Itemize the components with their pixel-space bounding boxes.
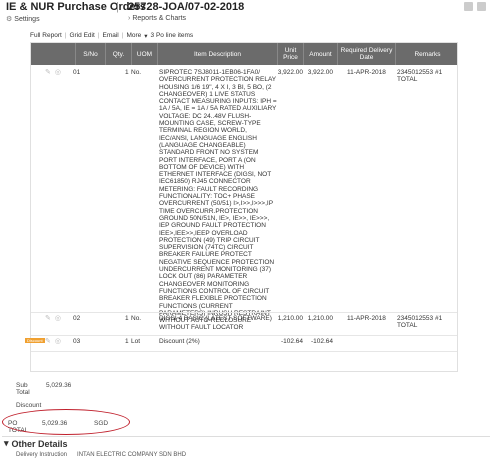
cell-amount: -102.64 bbox=[310, 338, 333, 345]
cell-unit-price: 1,210.00 bbox=[277, 315, 303, 322]
line-item-count: 3 Po line items bbox=[150, 32, 194, 39]
row-actions: ✎ ◎ bbox=[45, 68, 61, 76]
dropdown-arrow-icon[interactable]: ▾ bbox=[144, 32, 147, 40]
column-header[interactable]: Remarks bbox=[395, 43, 459, 65]
table-row[interactable]: ✎ ◎ 02 1 No. DIGSI 4 BASIC (LATEST SOFTW… bbox=[31, 313, 457, 335]
view-icon[interactable]: ◎ bbox=[55, 314, 61, 322]
page-header: IE & NUR Purchase Orders | 25728-JOA/07-… bbox=[0, 0, 490, 28]
delivery-value: INTAN ELECTRIC COMPANY SDN BHD bbox=[77, 452, 187, 458]
table-row[interactable]: ✎ ◎ 01 1 No. SIPROTEC 7SJ8011-1EB06-1FA0… bbox=[31, 67, 457, 331]
other-details-header[interactable]: ▾ Other Details bbox=[2, 436, 490, 450]
cell-remarks: 2345012553 #1 TOTAL bbox=[397, 69, 443, 83]
cell-unit-price: 3,922.00 bbox=[277, 69, 303, 76]
cell-uom: No. bbox=[131, 69, 142, 76]
row-actions: ✎ ◎ bbox=[45, 314, 61, 322]
grid-toolbar: Full Report | Grid Edit | Email | More ▾… bbox=[30, 32, 194, 40]
grid-edit-button[interactable]: Grid Edit bbox=[70, 32, 95, 40]
chevron-right-icon: › bbox=[128, 15, 131, 22]
email-button[interactable]: Email bbox=[103, 32, 119, 40]
settings-label: Settings bbox=[14, 15, 40, 23]
column-header[interactable]: Unit Price bbox=[277, 43, 303, 65]
column-header[interactable]: Qty. bbox=[105, 43, 131, 65]
other-details-title: Other Details bbox=[11, 438, 68, 449]
full-report-button[interactable]: Full Report bbox=[30, 32, 62, 40]
cell-uom: No. bbox=[131, 315, 142, 322]
cell-sno: 01 bbox=[73, 69, 81, 76]
title-separator: | bbox=[116, 1, 119, 13]
table-header: S/No Qty. UOM Item Description Unit Pric… bbox=[31, 43, 457, 65]
page-title: IE & NUR Purchase Orders bbox=[6, 1, 146, 13]
subtotal-label: Sub Total bbox=[16, 382, 30, 396]
cell-description: Discount (2%) bbox=[159, 338, 200, 345]
column-header[interactable]: Required Delivery Date bbox=[337, 43, 395, 65]
edit-icon[interactable]: ✎ bbox=[45, 68, 51, 76]
document-title: 25728-JOA/07-02-2018 bbox=[128, 1, 245, 13]
cell-qty: 1 bbox=[125, 69, 129, 76]
cell-qty: 1 bbox=[125, 338, 129, 345]
delivery-label: Delivery Instruction bbox=[16, 452, 68, 458]
cell-qty: 1 bbox=[125, 315, 129, 322]
gear-icon: ⚙ bbox=[6, 16, 13, 23]
cell-delivery: 11-APR-2018 bbox=[347, 69, 386, 76]
po-line-items-table: S/No Qty. UOM Item Description Unit Pric… bbox=[25, 42, 458, 372]
discount-label: Discount bbox=[16, 402, 42, 409]
cell-uom: Lot bbox=[131, 338, 141, 345]
column-header[interactable]: Amount bbox=[303, 43, 337, 65]
reports-link[interactable]: › Reports & Charts bbox=[128, 15, 186, 22]
view-icon[interactable]: ◎ bbox=[55, 337, 61, 345]
cell-amount: 3,922.00 bbox=[307, 69, 333, 76]
cell-description: SIPROTEC 7SJ8011-1EB06-1FA0/ OVERCURRENT… bbox=[159, 69, 277, 332]
cell-description: DIGSI 4 BASIC (LATEST SOFTWARE) bbox=[159, 315, 272, 322]
column-header[interactable]: Item Description bbox=[157, 43, 277, 65]
highlight-annotation bbox=[2, 409, 130, 435]
row-actions: ✎ ◎ bbox=[45, 337, 61, 345]
row-divider bbox=[31, 351, 457, 352]
settings-link[interactable]: ⚙ Settings bbox=[6, 15, 40, 24]
cell-remarks: 2345012553 #1 TOTAL bbox=[397, 315, 443, 329]
window-icon[interactable] bbox=[464, 2, 473, 11]
cell-amount: 1,210.00 bbox=[307, 315, 333, 322]
subtotal-value: 5,029.36 bbox=[46, 382, 72, 389]
column-header[interactable]: S/No bbox=[75, 43, 105, 65]
view-icon[interactable]: ◎ bbox=[55, 68, 61, 76]
table-row[interactable]: Discount ✎ ◎ 03 1 Lot Discount (2%) -102… bbox=[25, 336, 457, 350]
window-icon[interactable] bbox=[477, 2, 486, 11]
edit-icon[interactable]: ✎ bbox=[45, 314, 51, 322]
reports-label: Reports & Charts bbox=[132, 15, 187, 22]
column-header[interactable]: UOM bbox=[131, 43, 157, 65]
edit-icon[interactable]: ✎ bbox=[45, 337, 51, 345]
header-icons bbox=[464, 2, 486, 11]
chevron-down-icon: ▾ bbox=[4, 438, 9, 448]
more-menu[interactable]: More bbox=[126, 32, 141, 40]
cell-sno: 02 bbox=[73, 315, 81, 322]
cell-delivery: 11-APR-2018 bbox=[347, 315, 386, 322]
delivery-instruction-row: Delivery Instruction INTAN ELECTRIC COMP… bbox=[16, 452, 186, 458]
cell-sno: 03 bbox=[73, 338, 81, 345]
cell-unit-price: -102.64 bbox=[280, 338, 303, 345]
discount-tag: Discount bbox=[25, 338, 45, 343]
